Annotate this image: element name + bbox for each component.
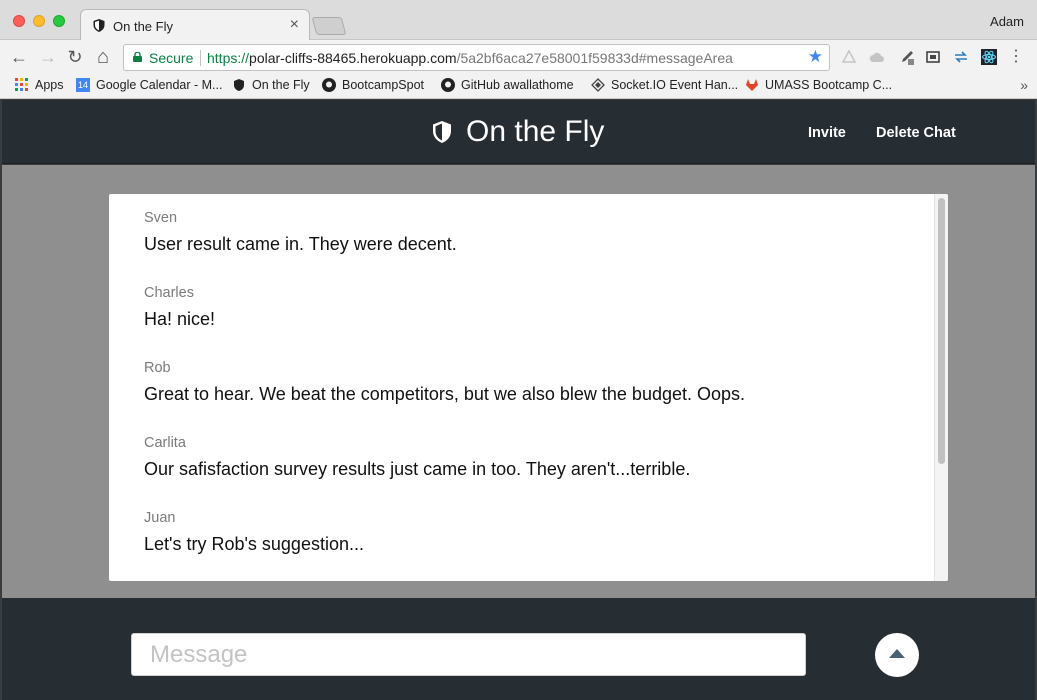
transfer-arrows-icon[interactable] <box>953 49 969 65</box>
address-separator <box>200 50 201 66</box>
bookmarks-bar: Apps 14 Google Calendar - M... On the Fl… <box>0 74 1037 99</box>
message-scrollbar[interactable] <box>934 194 948 581</box>
app-title: On the Fly <box>466 115 605 148</box>
message-text: Our safisfaction survey results just cam… <box>144 459 691 479</box>
extension-triangle-icon[interactable] <box>841 49 857 65</box>
message-item: Sven User result came in. They were dece… <box>144 210 457 255</box>
maximize-window-button[interactable] <box>53 15 65 27</box>
composer-bar <box>2 598 1035 700</box>
message-item: Charles Ha! nice! <box>144 285 215 330</box>
message-text: User result came in. They were decent. <box>144 234 457 254</box>
message-area[interactable]: Sven User result came in. They were dece… <box>109 194 948 581</box>
apps-grid-icon <box>15 78 28 91</box>
bookmark-label: Apps <box>35 78 64 92</box>
eyedropper-icon[interactable] <box>899 49 915 65</box>
address-bar[interactable]: Secure https://polar-cliffs-88465.heroku… <box>123 44 830 71</box>
message-author: Juan <box>144 510 176 526</box>
message-author: Sven <box>144 210 178 226</box>
message-item: Juan Let's try Rob's suggestion... <box>144 510 364 555</box>
delete-chat-link[interactable]: Delete Chat <box>876 125 956 141</box>
send-arrow-icon <box>889 649 905 658</box>
bookmark-google-calendar[interactable]: 14 Google Calendar - M... <box>76 78 222 92</box>
new-tab-button[interactable] <box>311 17 347 35</box>
bookmark-label: GitHub awallathome <box>461 78 574 92</box>
browser-menu-icon[interactable]: ⋮ <box>1005 46 1027 68</box>
bookmark-label: On the Fly <box>252 78 310 92</box>
invite-link[interactable]: Invite <box>808 125 846 141</box>
cloud-icon[interactable] <box>869 49 885 65</box>
bookmark-umass-bootcamp[interactable]: UMASS Bootcamp C... <box>745 78 892 92</box>
close-window-button[interactable] <box>13 15 25 27</box>
forward-icon[interactable]: → <box>37 46 59 68</box>
url-scheme: https:// <box>207 50 250 66</box>
bookmark-on-the-fly[interactable]: On the Fly <box>232 78 310 92</box>
message-text: Great to hear. We beat the competitors, … <box>144 384 746 404</box>
gitlab-icon <box>746 79 758 91</box>
bookmark-label: Socket.IO Event Han... <box>611 78 739 92</box>
reload-icon[interactable]: ↻ <box>64 46 86 68</box>
bookmarks-overflow-icon[interactable]: » <box>1020 77 1028 93</box>
bookmark-apps[interactable]: Apps <box>15 78 64 92</box>
message-author: Rob <box>144 360 171 376</box>
github-icon <box>322 78 336 92</box>
socketio-icon <box>591 78 605 92</box>
app-brand[interactable]: On the Fly <box>432 115 604 149</box>
shield-icon <box>433 121 451 143</box>
bookmark-star-icon[interactable]: ★ <box>808 47 823 67</box>
react-devtools-icon[interactable] <box>981 49 997 65</box>
bookmark-label: Google Calendar - M... <box>96 78 223 92</box>
minimize-window-button[interactable] <box>33 15 45 27</box>
profile-name[interactable]: Adam <box>990 14 1024 29</box>
back-icon[interactable]: ← <box>8 46 30 68</box>
send-button[interactable] <box>875 633 919 677</box>
bookmark-github-awallathome[interactable]: GitHub awallathome <box>441 78 574 92</box>
browser-tab[interactable]: On the Fly × <box>80 9 310 41</box>
app-navbar: On the Fly Invite Delete Chat <box>2 100 1035 164</box>
tab-title: On the Fly <box>113 19 173 34</box>
secure-label: Secure <box>149 50 194 66</box>
message-item: Carlita Our safisfaction survey results … <box>144 435 690 480</box>
scrollbar-thumb[interactable] <box>938 198 945 464</box>
screen-capture-icon[interactable] <box>925 49 941 65</box>
bookmark-label: BootcampSpot <box>342 78 424 92</box>
message-author: Carlita <box>144 435 186 451</box>
url-host: polar-cliffs-88465.herokuapp.com <box>249 50 457 66</box>
browser-tab-strip: On the Fly × Adam <box>0 0 1037 41</box>
message-text: Ha! nice! <box>144 309 216 329</box>
bookmark-label: UMASS Bootcamp C... <box>765 78 893 92</box>
bookmark-bootcampspot[interactable]: BootcampSpot <box>322 78 424 92</box>
chat-container: Sven User result came in. They were dece… <box>2 165 1035 598</box>
bookmark-socketio[interactable]: Socket.IO Event Han... <box>591 78 738 92</box>
shield-icon <box>93 19 105 32</box>
message-item: Rob Great to hear. We beat the competito… <box>144 360 745 405</box>
message-author: Charles <box>144 285 194 301</box>
lock-icon <box>133 52 142 62</box>
home-icon[interactable]: ⌂ <box>92 46 114 68</box>
tab-close-icon[interactable]: × <box>290 16 299 34</box>
browser-toolbar: ← → ↻ ⌂ Secure https://polar-cliffs-8846… <box>0 40 1037 74</box>
message-text: Let's try Rob's suggestion... <box>144 534 364 554</box>
message-input[interactable] <box>131 633 806 676</box>
shield-icon <box>234 79 244 91</box>
url-text[interactable]: https://polar-cliffs-88465.herokuapp.com… <box>207 50 733 66</box>
github-icon <box>441 78 455 92</box>
url-path: /5a2bf6aca27e58001f59833d#messageArea <box>456 50 733 66</box>
calendar-icon: 14 <box>76 78 90 92</box>
